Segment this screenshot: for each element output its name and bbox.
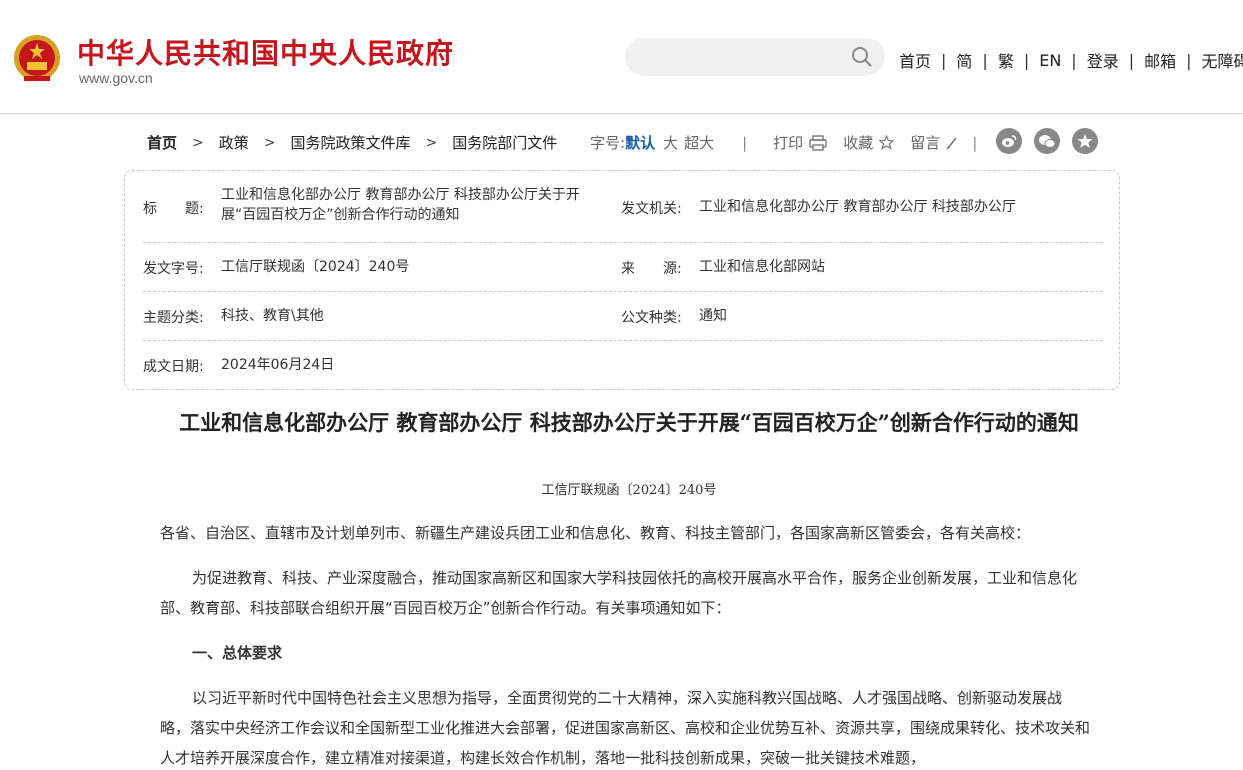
title-label: 标 题: [143,201,204,217]
docno-label: 发文字号: [143,261,204,277]
breadcrumb-policy[interactable]: 政策 [219,132,249,153]
nav-accessibility[interactable]: 无障碍 [1202,48,1243,72]
source-label: 来 源: [621,261,682,277]
nav-separator: | [941,50,947,70]
nav-mail[interactable]: 邮箱 [1144,48,1176,72]
issuer-value: 工业和信息化部办公厅 教育部办公厅 科技部办公厅 [699,199,1016,215]
article-paragraph: 为促进教育、科技、产业深度融合，推动国家高新区和国家大学科技园依托的高校开展高水… [160,569,1078,617]
site-header: 中华人民共和国中央人民政府 www.gov.cn 首页 | 简 | 繁 | EN… [0,0,1243,114]
article-tools: 字号: 默认 大 超大 | 打印 收藏 留言 | [590,132,977,153]
site-title[interactable]: 中华人民共和国中央人民政府 [77,32,454,72]
chevron-right-icon: > [425,134,438,151]
comment-label: 留言 [910,134,941,152]
nav-home[interactable]: 首页 [899,48,931,72]
doctype-label: 公文种类: [621,310,682,326]
article-paragraph: 以习近平新时代中国特色社会主义思想为指导，全面贯彻党的二十大精神，深入实施科教兴… [160,689,1091,767]
pencil-icon [946,137,957,150]
source-value: 工业和信息化部网站 [699,259,825,275]
document-info-table: 标 题: 工业和信息化部办公厅 教育部办公厅 科技部办公厅关于开展“百园百校万企… [124,170,1120,390]
nav-simplified[interactable]: 简 [956,48,972,72]
comment-button[interactable]: 留言 [910,132,958,153]
nav-traditional[interactable]: 繁 [998,48,1014,72]
search-input[interactable] [625,38,885,76]
star-icon [879,135,895,150]
nav-separator: | [1128,50,1135,70]
info-row: 成文日期: 2024年06月24日 [143,341,1103,389]
nav-separator: | [982,50,988,70]
article-body: 各省、自治区、直辖市及计划单列市、新疆生产建设兵团工业和信息化、教育、科技主管部… [160,518,1090,770]
site-url[interactable]: www.gov.cn [79,70,153,86]
issuer-label: 发文机关: [621,201,682,217]
breadcrumb-toolbar: 首页 > 政策 > 国务院政策文件库 > 国务院部门文件 字号: 默认 大 超大… [0,124,1243,158]
info-row: 主题分类: 科技、教育\其他 公文种类: 通知 [143,292,1103,341]
docno-value: 工信厅联规函〔2024〕240号 [221,259,410,275]
star-share-icon[interactable] [1072,128,1098,154]
font-size-default[interactable]: 默认 [625,132,655,153]
tool-separator: | [972,133,978,152]
topic-value: 科技、教育\其他 [221,308,324,324]
info-row: 标 题: 工业和信息化部办公厅 教育部办公厅 科技部办公厅关于开展“百园百校万企… [143,171,1103,243]
article-title: 工业和信息化部办公厅 教育部办公厅 科技部办公厅关于开展“百园百校万企”创新合作… [179,410,1079,435]
breadcrumb-policy-library[interactable]: 国务院政策文件库 [291,132,411,153]
print-label: 打印 [773,134,804,152]
tool-separator: | [742,133,748,152]
font-size-xlarge[interactable]: 超大 [684,132,714,153]
chevron-right-icon: > [263,134,276,151]
search-icon[interactable] [851,46,873,68]
share-icons [996,128,1110,154]
wechat-icon[interactable] [1034,128,1060,154]
article-doc-number: 工信厅联规函〔2024〕240号 [541,483,717,498]
date-value: 2024年06月24日 [221,357,335,373]
breadcrumb-home[interactable]: 首页 [147,132,177,153]
doctype-value: 通知 [699,308,727,324]
topic-label: 主题分类: [143,310,204,326]
nav-separator: | [1071,50,1077,70]
top-nav: 首页 | 简 | 繁 | EN | 登录 | 邮箱 | 无障碍 [899,48,1243,72]
info-row: 发文字号: 工信厅联规函〔2024〕240号 来 源: 工业和信息化部网站 [143,243,1103,292]
favorite-button[interactable]: 收藏 [843,132,895,153]
title-value: 工业和信息化部办公厅 教育部办公厅 科技部办公厅关于开展“百园百校万企”创新合作… [221,187,580,223]
nav-login[interactable]: 登录 [1087,48,1119,72]
date-label: 成文日期: [143,359,204,375]
font-size-large[interactable]: 大 [663,132,678,153]
breadcrumb: 首页 > 政策 > 国务院政策文件库 > 国务院部门文件 [147,132,557,153]
national-emblem-icon[interactable] [12,32,62,86]
nav-separator: | [1186,50,1192,70]
nav-separator: | [1023,50,1030,70]
nav-english[interactable]: EN [1039,51,1061,70]
printer-icon [809,134,827,151]
article-salutation: 各省、自治区、直辖市及计划单列市、新疆生产建设兵团工业和信息化、教育、科技主管部… [160,524,1031,542]
weibo-icon[interactable] [996,128,1022,154]
section-heading: 一、总体要求 [192,644,283,662]
breadcrumb-department-docs[interactable]: 国务院部门文件 [452,132,557,153]
print-button[interactable]: 打印 [773,132,827,153]
favorite-label: 收藏 [843,134,874,152]
chevron-right-icon: > [192,134,204,151]
font-size-label: 字号: [590,134,626,152]
